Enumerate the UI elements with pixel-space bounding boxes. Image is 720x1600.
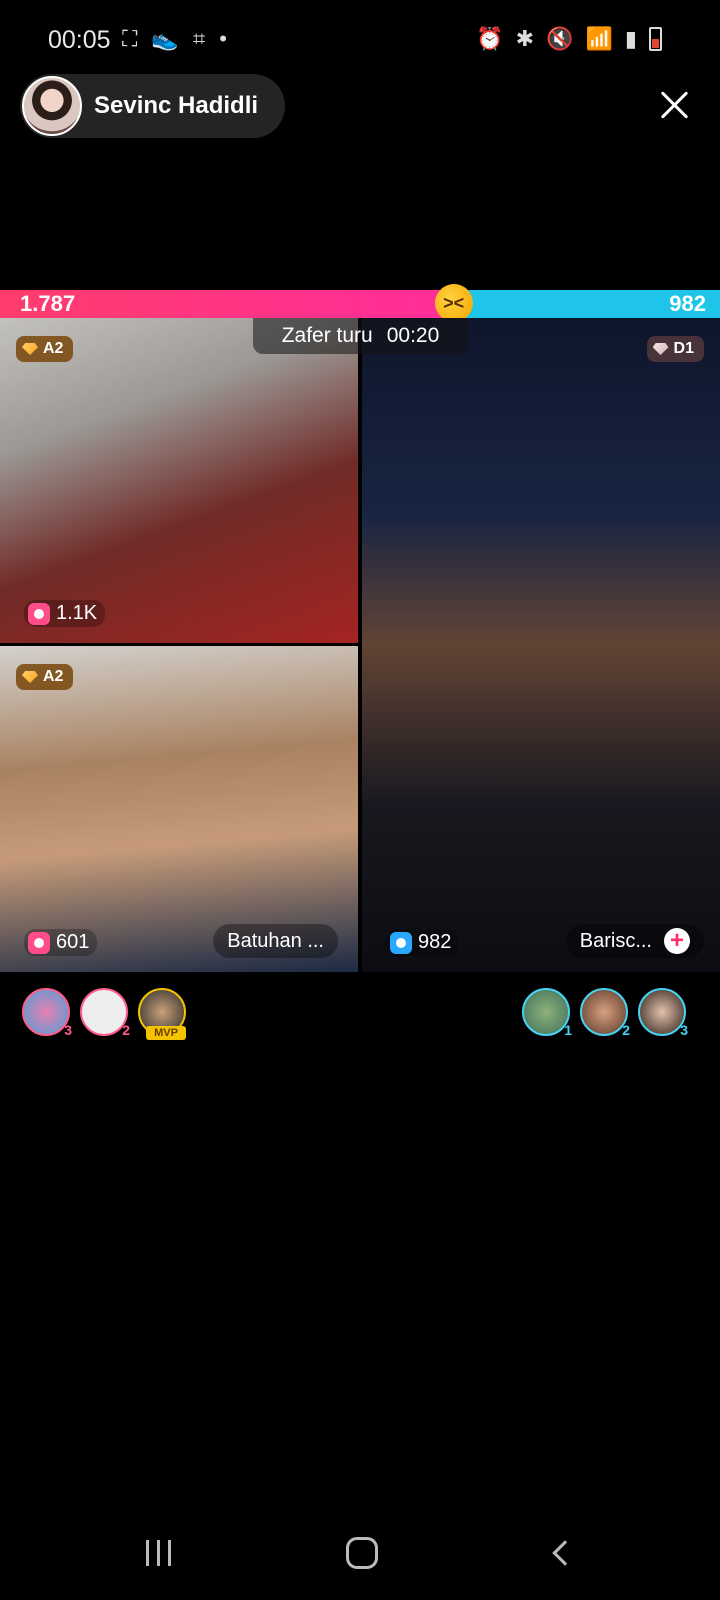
diamond-icon	[22, 671, 38, 683]
tile-score-chip: 601	[24, 929, 98, 956]
tile-score: 601	[56, 931, 90, 953]
video-tile-bottom-left[interactable]: A2 601 Batuhan ...	[0, 646, 358, 972]
status-right-icons: ⏰ ✱ 🔇 📶 ▮	[476, 26, 662, 52]
left-supporters: 3 2 MVP	[22, 988, 186, 1040]
host-name: Sevinc Hadidli	[94, 92, 259, 119]
supporter-rank: 2	[622, 1022, 630, 1038]
mvp-badge: MVP	[146, 1026, 186, 1040]
tile-score: 982	[418, 931, 452, 953]
supporter-rank: 1	[564, 1022, 572, 1038]
video-tile-top-left[interactable]: A2 1.1K	[0, 318, 358, 643]
supporter-rank: 3	[64, 1022, 72, 1038]
participant-name: Barisc...	[579, 929, 652, 952]
round-timer: 00:20	[386, 324, 440, 347]
rank-badge: A2	[16, 336, 74, 362]
participant-name: Batuhan ...	[227, 929, 324, 952]
supporter-rank: 2	[122, 1022, 130, 1038]
back-icon[interactable]	[552, 1540, 578, 1566]
supporter-avatar[interactable]: 3	[638, 988, 688, 1038]
tile-score: 1.1K	[56, 602, 98, 624]
diamond-icon	[652, 343, 669, 355]
battle-score-bar: 1.787 982	[0, 290, 720, 318]
video-tile-right[interactable]: D1 982 Barisc... +	[362, 318, 720, 972]
participant-name-chip[interactable]: Barisc... +	[565, 924, 704, 958]
bluetooth-icon: ✱	[515, 26, 535, 51]
supporter-avatar[interactable]: 3	[22, 988, 72, 1038]
signal-icon: ▮	[624, 26, 637, 51]
alarm-icon: ⏰	[476, 26, 504, 51]
supporter-avatar[interactable]: 2	[580, 988, 630, 1038]
battery-icon	[649, 27, 662, 51]
mute-icon: 🔇	[546, 26, 574, 51]
tile-score-chip: 982	[386, 929, 460, 956]
left-team-score: 1.787	[20, 291, 76, 316]
host-avatar[interactable]	[22, 76, 82, 136]
round-banner: Zafer turu 00:20	[253, 318, 468, 354]
status-bar: 00:05 ⛶ 👟 ⌗ • ⏰ ✱ 🔇 📶 ▮	[0, 0, 720, 80]
right-supporters: 1 2 3	[522, 988, 688, 1038]
rank-label: A2	[43, 340, 64, 357]
supporter-rank: 3	[680, 1022, 688, 1038]
host-profile-pill[interactable]: Sevinc Hadidli	[20, 74, 285, 138]
round-label: Zafer turu	[281, 324, 373, 347]
gift-score-icon	[28, 931, 50, 954]
rank-badge: D1	[646, 336, 704, 362]
recent-apps-icon[interactable]	[146, 1540, 171, 1566]
right-team-score: 982	[669, 291, 706, 316]
diamond-icon	[22, 343, 38, 355]
shoe-icon: 👟	[151, 26, 179, 51]
close-icon[interactable]	[660, 90, 690, 120]
home-icon[interactable]	[346, 1537, 378, 1569]
supporter-avatar[interactable]: 1	[522, 988, 572, 1038]
status-left-icons: ⛶ 👟 ⌗ •	[122, 26, 227, 52]
gift-score-icon	[28, 602, 50, 625]
status-time: 00:05	[48, 26, 111, 54]
screenshot-icon: ⛶	[122, 26, 138, 51]
gift-score-icon	[390, 931, 412, 954]
battle-emoji-icon: ><	[434, 284, 473, 322]
rank-label: A2	[43, 668, 64, 685]
supporter-avatar[interactable]: MVP	[138, 988, 186, 1040]
supporter-avatar[interactable]: 2	[80, 988, 130, 1038]
rank-badge: A2	[16, 664, 74, 690]
wifi-icon: 📶	[585, 26, 613, 51]
tile-score-chip: 1.1K	[24, 600, 106, 627]
rank-label: D1	[673, 340, 694, 357]
participant-name-chip[interactable]: Batuhan ...	[213, 924, 338, 958]
system-nav-bar	[0, 1510, 720, 1600]
follow-plus-icon[interactable]: +	[664, 928, 690, 954]
scan-icon: ⌗	[192, 26, 206, 51]
dot-icon: •	[219, 26, 227, 51]
